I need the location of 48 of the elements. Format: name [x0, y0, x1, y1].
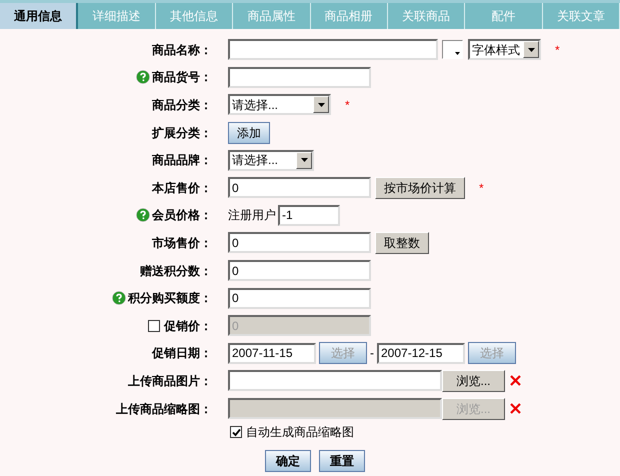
checkbox-label: 自动生成商品缩略图	[246, 424, 354, 442]
date-separator: -	[370, 345, 374, 362]
caret-icon	[455, 52, 460, 56]
button[interactable]: 确定	[265, 450, 311, 472]
field-label: 本店售价：	[152, 180, 212, 197]
caret-icon	[318, 102, 324, 107]
field-label: 上传商品图片：	[128, 372, 212, 390]
button[interactable]: 添加	[228, 122, 270, 144]
dropdown[interactable]: 请选择...	[228, 94, 331, 116]
file-field[interactable]	[228, 370, 442, 392]
delete-icon[interactable]	[510, 403, 521, 414]
button[interactable]: 浏览...	[442, 370, 505, 392]
input-field[interactable]: 0	[228, 288, 371, 309]
input-field[interactable]	[228, 39, 438, 60]
field-label: 促销日期：	[152, 345, 212, 362]
input-field[interactable]: 0	[228, 260, 371, 282]
field-label: 赠送积分数：	[140, 262, 212, 280]
button[interactable]: 取整数	[375, 232, 429, 254]
date-field[interactable]: 2007-12-15	[377, 342, 465, 364]
field-label: 促销价：	[164, 318, 212, 335]
field-label: 扩展分类：	[152, 124, 212, 142]
field-label: 积分购买额度：	[128, 290, 212, 308]
required-mark: *	[479, 180, 484, 197]
field-label: 商品品牌：	[152, 152, 212, 170]
field-label: 市场售价：	[152, 234, 212, 252]
button[interactable]: 按市场价计算	[375, 176, 465, 199]
required-mark: *	[345, 96, 350, 114]
field-label: 商品分类：	[152, 96, 212, 114]
date-field[interactable]: 2007-11-15	[228, 342, 316, 364]
caret-icon	[528, 48, 534, 52]
field-label: 会员价格：	[152, 207, 212, 224]
checkbox[interactable]	[230, 426, 242, 438]
input-field[interactable]: -1	[278, 204, 340, 226]
field-label: 上传商品缩略图：	[116, 400, 212, 418]
color-picker[interactable]	[442, 40, 463, 60]
input-field[interactable]: 0	[228, 232, 371, 254]
caret-icon	[300, 158, 308, 162]
input-field[interactable]	[228, 66, 371, 88]
button[interactable]: 重置	[319, 450, 365, 472]
field-label: 商品货号：	[152, 69, 212, 86]
required-mark: *	[555, 42, 560, 59]
field-label: 商品名称：	[152, 42, 212, 59]
dropdown[interactable]: 字体样式	[468, 39, 541, 60]
dropdown[interactable]: 请选择...	[228, 150, 314, 171]
delete-icon[interactable]	[510, 375, 521, 386]
tab[interactable]: 通用信息	[0, 3, 78, 29]
input-field[interactable]: 0	[228, 177, 371, 198]
user-level-label: 注册用户	[228, 207, 276, 224]
